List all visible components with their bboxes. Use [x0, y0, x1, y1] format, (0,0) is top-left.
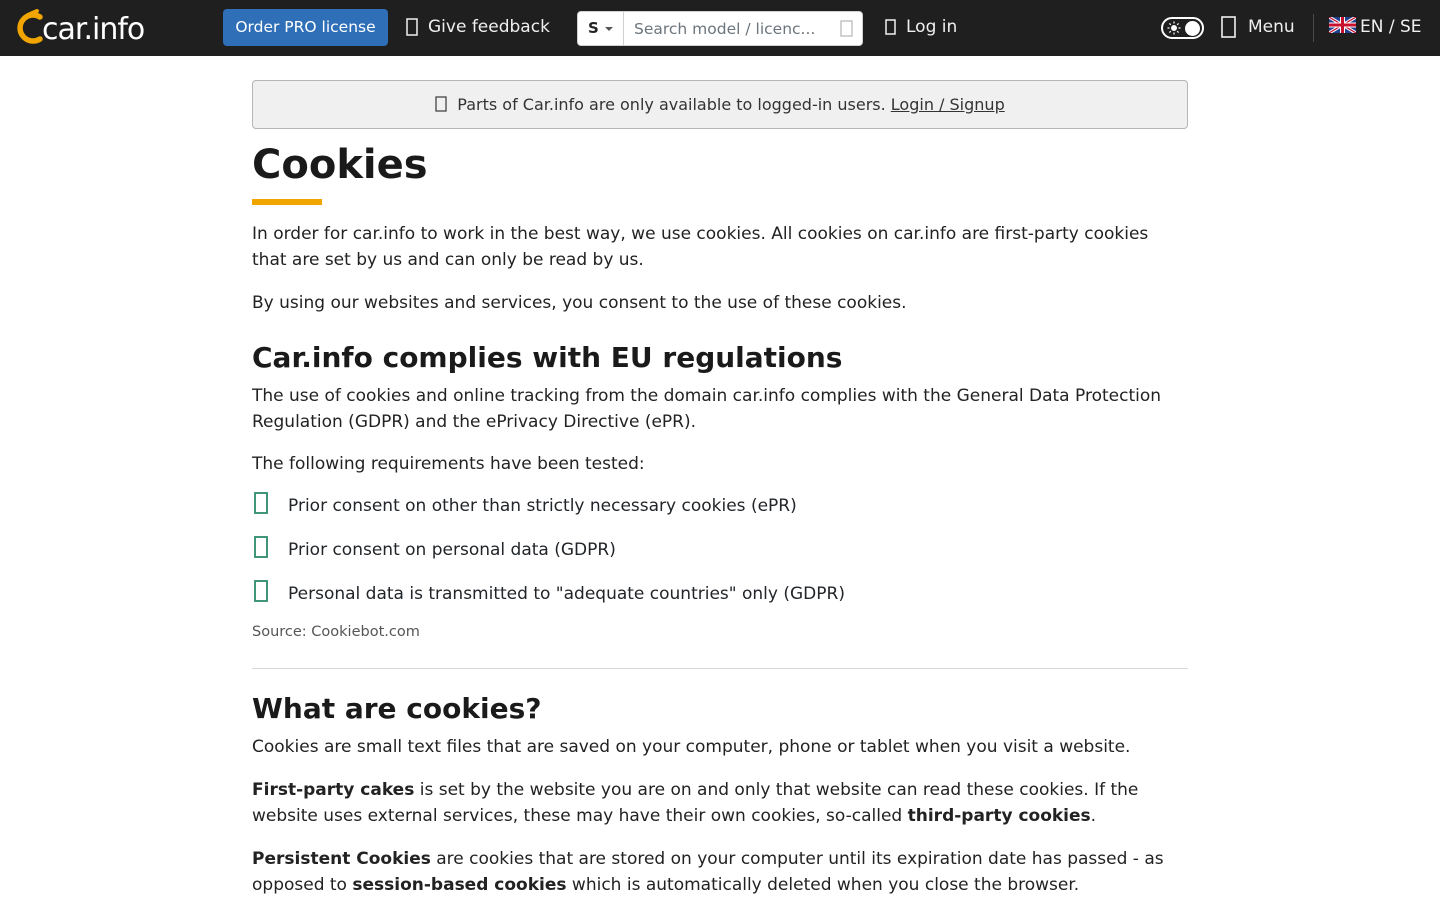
feedback-icon [406, 18, 418, 36]
first-party-end: . [1090, 806, 1097, 826]
sun-icon [1167, 21, 1181, 35]
logo-text: car.info [42, 12, 145, 47]
give-feedback-label: Give feedback [428, 17, 550, 37]
eu-paragraph: The use of cookies and online tracking f… [252, 386, 1162, 432]
list-item: Prior consent on personal data (GDPR) [252, 532, 1188, 576]
search-type-value: S [588, 19, 599, 37]
login-signup-link[interactable]: Login / Signup [891, 95, 1005, 114]
what-are-cookies-heading: What are cookies? [252, 692, 542, 725]
persistent-end: which is automatically deleted when you … [566, 875, 1080, 895]
source-note: Source: Cookiebot.com [252, 624, 420, 640]
requirement-text: Personal data is transmitted to "adequat… [288, 584, 845, 604]
requirements-list: Prior consent on other than strictly nec… [252, 488, 1188, 620]
consent-paragraph: By using our websites and services, you … [252, 293, 907, 313]
login-notice: Parts of Car.info are only available to … [252, 80, 1188, 129]
search-icon[interactable] [839, 20, 855, 37]
requirement-text: Prior consent on personal data (GDPR) [288, 540, 616, 560]
search-input[interactable] [634, 13, 830, 44]
login-link[interactable]: Log in [885, 9, 957, 46]
list-item: Prior consent on other than strictly nec… [252, 488, 1188, 532]
menu-label: Menu [1248, 17, 1295, 37]
search-type-dropdown[interactable]: S [578, 12, 624, 45]
uk-flag-icon [1329, 17, 1356, 33]
what-paragraph: Cookies are small text files that are sa… [252, 737, 1131, 757]
main-content: Parts of Car.info are only available to … [252, 56, 1188, 898]
page-title: Cookies [252, 142, 428, 188]
third-party-term: third-party cookies [907, 806, 1091, 826]
title-accent-bar [252, 199, 322, 205]
check-icon [254, 492, 268, 514]
intro-paragraph: In order for car.info to work in the bes… [252, 224, 1149, 270]
persistent-paragraph: Persistent Cookies are cookies that are … [252, 846, 1188, 898]
top-navbar: car.info Order PRO license Give feedback… [0, 0, 1440, 56]
menu-button[interactable]: Menu [1221, 9, 1295, 46]
language-switcher[interactable]: EN / SE [1329, 9, 1422, 46]
carinfo-logo[interactable]: car.info [15, 9, 145, 47]
requirements-intro: The following requirements have been tes… [252, 454, 645, 474]
check-icon [254, 580, 268, 602]
list-item: Personal data is transmitted to "adequat… [252, 576, 1188, 620]
eu-regulations-heading: Car.info complies with EU regulations [252, 341, 843, 374]
section-divider [252, 668, 1188, 669]
chevron-down-icon [605, 27, 613, 31]
login-label: Log in [906, 17, 958, 37]
theme-toggle[interactable] [1161, 17, 1204, 39]
nav-divider [1313, 14, 1314, 42]
search-bar: S [577, 11, 863, 46]
first-party-term: First-party cakes [252, 780, 415, 800]
requirement-text: Prior consent on other than strictly nec… [288, 496, 797, 516]
check-icon [254, 536, 268, 558]
first-party-paragraph: First-party cakes is set by the website … [252, 777, 1188, 829]
order-pro-license-button[interactable]: Order PRO license [223, 9, 388, 46]
session-term: session-based cookies [352, 875, 567, 895]
language-label: EN / SE [1360, 17, 1422, 37]
persistent-term: Persistent Cookies [252, 849, 431, 869]
menu-icon [1221, 16, 1236, 38]
toggle-knob [1185, 21, 1200, 36]
notice-text: Parts of Car.info are only available to … [457, 95, 886, 114]
user-icon [885, 19, 896, 35]
give-feedback-link[interactable]: Give feedback [406, 9, 550, 46]
lock-icon [435, 95, 447, 112]
